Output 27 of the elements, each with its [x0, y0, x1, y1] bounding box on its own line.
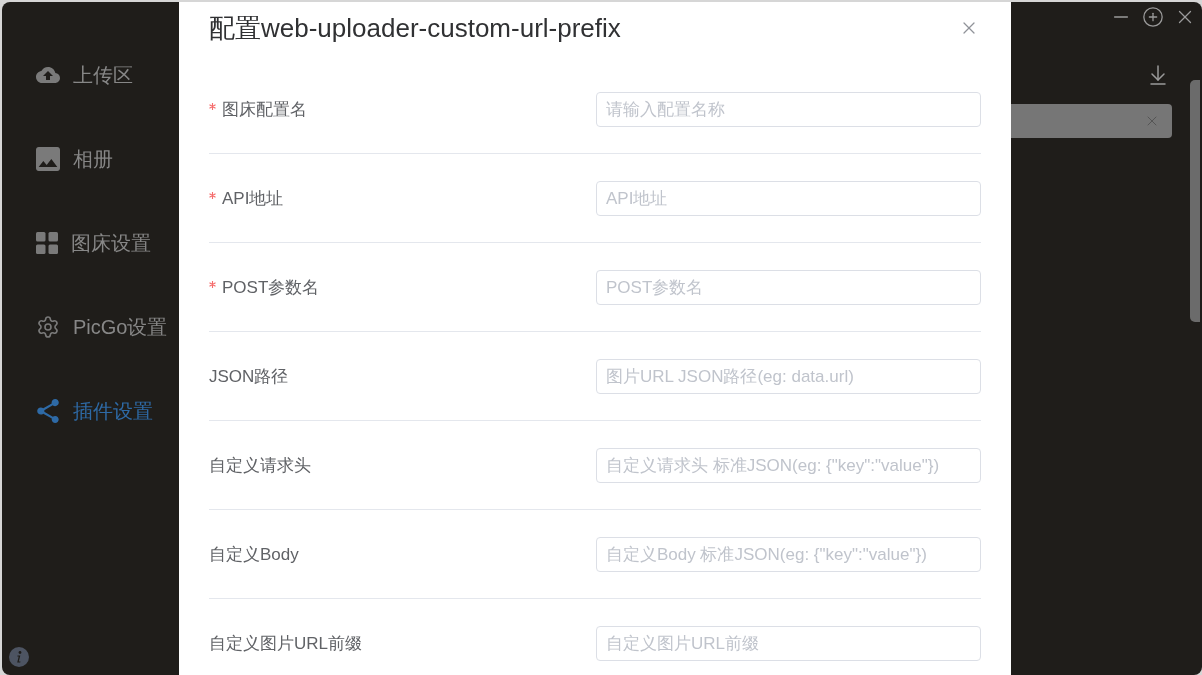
field-label: API地址 [222, 187, 284, 210]
field-label: 自定义图片URL前缀 [209, 632, 362, 655]
field-label: 自定义请求头 [209, 454, 311, 477]
input-field[interactable]: 自定义图片URL前缀 [596, 626, 981, 661]
field-label: JSON路径 [209, 365, 289, 388]
field-label: POST参数名 [222, 276, 320, 299]
field-label: 图床配置名 [222, 98, 307, 121]
sidebar-item[interactable]: 上传区 [36, 60, 133, 90]
input-field[interactable]: POST参数名 [596, 270, 981, 305]
grid-icon [36, 232, 58, 254]
sidebar-item[interactable]: 插件设置 [36, 396, 153, 426]
input-field[interactable]: API地址 [596, 181, 981, 216]
dialog-title: 配置web-uploader-custom-url-prefix [209, 12, 621, 44]
scrollbar-thumb[interactable] [1190, 80, 1200, 322]
input-field[interactable]: 自定义请求头 标准JSON(eg: {"key":"value"}) [596, 448, 981, 483]
info-icon[interactable] [9, 647, 29, 667]
input-field[interactable]: 请输入配置名称 [596, 92, 981, 127]
share-icon [36, 399, 60, 423]
gear-icon [36, 315, 60, 339]
input-field[interactable]: 图片URL JSON路径(eg: data.url) [596, 359, 981, 394]
field-label: 自定义Body [209, 543, 299, 566]
sidebar-item[interactable]: PicGo设置 [36, 312, 168, 342]
image-icon [36, 147, 60, 171]
sidebar-item[interactable]: 图床设置 [36, 228, 151, 258]
input-field[interactable]: 自定义Body 标准JSON(eg: {"key":"value"}) [596, 537, 981, 572]
circle-plus-icon[interactable] [1142, 6, 1164, 28]
sidebar-item[interactable]: 相册 [36, 144, 113, 174]
